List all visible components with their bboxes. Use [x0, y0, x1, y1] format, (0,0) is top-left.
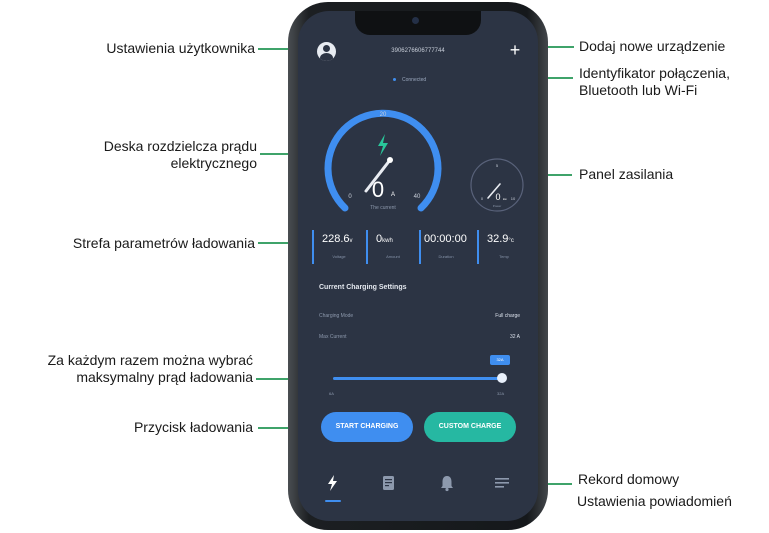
current-gauge-top-label: 20: [380, 112, 387, 118]
bottom-tab-bar: [298, 466, 538, 506]
active-tab-indicator: [325, 500, 341, 502]
power-gauge-unit: kw: [503, 197, 508, 201]
param-voltage-value: 228.6: [322, 233, 350, 245]
max-current-label: Max Current: [319, 334, 347, 340]
app-screen: 3906276606777744 + Connected 20 0 40 0 A…: [298, 11, 538, 521]
power-gauge-min-label: 0: [481, 196, 484, 201]
add-device-plus-icon[interactable]: +: [506, 39, 524, 61]
slider-value-bubble: 32A: [490, 355, 510, 365]
callout-connection-id-line1: Identyfikator połączenia,: [579, 65, 730, 81]
power-gauge: 5 0 10 0 kw Power: [470, 158, 524, 212]
custom-charge-button[interactable]: CUSTOM CHARGE: [424, 412, 516, 442]
param-amount-label: Amount: [386, 254, 400, 259]
callout-dashboard-line1: Deska rozdzielcza prądu: [103, 138, 257, 154]
start-charging-button[interactable]: START CHARGING: [321, 412, 413, 442]
power-gauge-top-label: 5: [496, 163, 499, 168]
callout-max-current-line2: maksymalny prąd ładowania: [76, 369, 253, 385]
menu-icon[interactable]: [491, 472, 513, 494]
camera-dot: [412, 17, 419, 24]
max-current-value: 32 A: [509, 334, 520, 340]
callout-notification-settings: Ustawienia powiadomień: [577, 493, 732, 509]
current-gauge-min-label: 0: [348, 194, 352, 200]
callout-power-panel: Panel zasilania: [579, 166, 674, 182]
max-current-slider-thumb[interactable]: [497, 373, 507, 383]
param-voltage-label: Voltage: [332, 254, 346, 259]
callout-dashboard-line2: elektrycznego: [170, 155, 257, 171]
param-duration-label: Duration: [438, 254, 454, 259]
connection-status: Connected: [393, 77, 426, 83]
phone-frame: 3906276606777744 + Connected 20 0 40 0 A…: [288, 2, 548, 530]
charging-mode-label: Charging Mode: [319, 313, 354, 319]
charging-mode-value[interactable]: Full charge: [495, 313, 520, 319]
param-temp-value: 32.9: [487, 233, 509, 245]
power-gauge-max-label: 10: [511, 196, 516, 201]
device-id: 3906276606777744: [391, 48, 445, 54]
param-temp-label: Temp: [499, 254, 509, 259]
phone-notch: [355, 11, 481, 35]
param-amount-unit: kwh: [382, 238, 393, 244]
slider-min-label: 6A: [329, 391, 334, 396]
callout-user-settings: Ustawienia użytkownika: [106, 40, 255, 56]
param-duration: 00:00:00 Duration: [419, 230, 475, 264]
callout-charging-params: Strefa parametrów ładowania: [72, 235, 255, 251]
bell-icon[interactable]: [436, 472, 458, 494]
user-avatar-icon[interactable]: [317, 42, 336, 61]
power-gauge-label: Power: [493, 204, 502, 208]
callout-charge-button: Przycisk ładowania: [133, 419, 253, 435]
param-amount: 0kwh Amount: [366, 230, 418, 264]
callout-max-current-line1: Za każdym razem można wybrać: [47, 352, 253, 368]
param-temp: 32.9°c Temp: [477, 230, 529, 264]
connection-status-label: Connected: [402, 77, 427, 83]
charging-params: 228.6v Voltage 0kwh Amount 00:00:00 Dura…: [312, 230, 524, 264]
callout-connection-id-line2: Bluetooth lub Wi-Fi: [579, 82, 698, 98]
current-gauge-value: 0: [372, 177, 384, 202]
current-gauge-unit: A: [391, 192, 395, 198]
param-voltage: 228.6v Voltage: [312, 230, 364, 264]
callout-connection-id: Identyfikator połączenia, Bluetooth lub …: [579, 65, 730, 99]
callout-add-device: Dodaj nowe urządzenie: [579, 38, 726, 54]
current-gauge-label: The current: [370, 205, 396, 211]
slider-max-label: 32A: [497, 391, 505, 396]
power-gauge-value: 0: [495, 192, 500, 202]
param-voltage-unit: v: [349, 238, 353, 244]
param-temp-unit: °c: [508, 238, 514, 244]
callout-max-current: Za każdym razem można wybrać maksymalny …: [48, 352, 253, 386]
settings-title: Current Charging Settings: [319, 284, 407, 291]
charging-bolt-icon[interactable]: [322, 472, 344, 494]
current-gauge: 20 0 40 0 A The current: [324, 109, 442, 212]
current-gauge-max-label: 40: [414, 194, 421, 200]
callout-dashboard: Deska rozdzielcza prądu elektrycznego: [104, 138, 257, 172]
max-current-slider-track[interactable]: [333, 377, 503, 380]
callout-home-record: Rekord domowy: [578, 471, 680, 487]
records-icon[interactable]: [378, 472, 400, 494]
charging-bolt-icon: [378, 134, 388, 156]
param-duration-value: 00:00:00: [424, 233, 467, 245]
bluetooth-dot-icon: [393, 78, 396, 82]
